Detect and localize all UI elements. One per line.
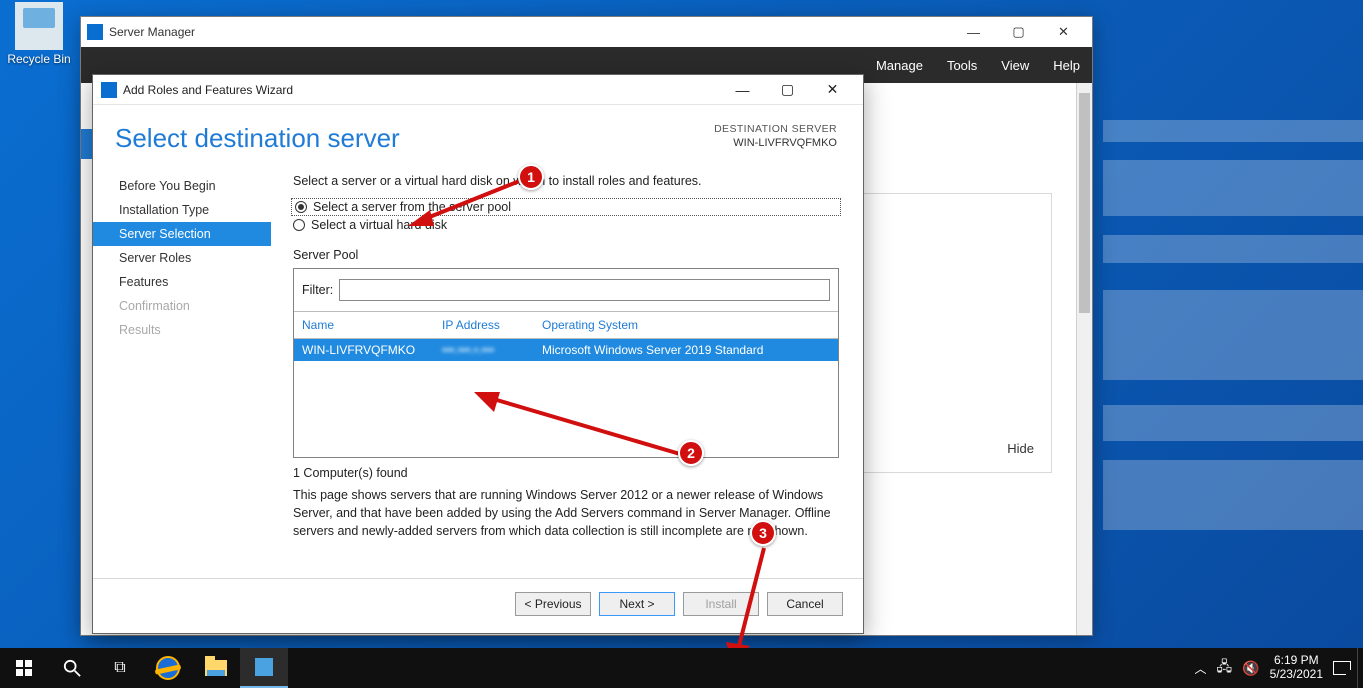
task-view-button[interactable]: ⧉: [96, 648, 144, 688]
nav-before-you-begin[interactable]: Before You Begin: [93, 174, 271, 198]
server-pool-box: Filter: Name IP Address Operating System…: [293, 268, 839, 458]
wizard-footer: < Previous Next > Install Cancel: [93, 578, 863, 628]
wizard-close-button[interactable]: ✕: [810, 76, 855, 104]
network-icon[interactable]: 🖧: [1217, 656, 1233, 680]
page-title: Select destination server: [115, 123, 400, 154]
col-name[interactable]: Name: [302, 318, 442, 332]
taskbar-file-explorer[interactable]: [192, 648, 240, 688]
scrollbar-thumb[interactable]: [1079, 93, 1090, 313]
radio-server-pool-label: Select a server from the server pool: [313, 200, 511, 214]
radio-icon: [293, 219, 305, 231]
server-row-os: Microsoft Windows Server 2019 Standard: [542, 343, 830, 357]
taskbar: ⧉ ︿ 🖧 🔇 6:19 PM 5/23/2021: [0, 648, 1363, 688]
server-list-header: Name IP Address Operating System: [294, 312, 838, 339]
server-manager-icon: [255, 658, 273, 676]
add-roles-wizard: Add Roles and Features Wizard — ▢ ✕ Sele…: [92, 74, 864, 634]
wizard-minimize-button[interactable]: —: [720, 76, 765, 104]
menu-help[interactable]: Help: [1053, 58, 1080, 73]
radio-icon: [295, 201, 307, 213]
annotation-callout-3: 3: [750, 520, 776, 546]
wizard-icon: [101, 82, 117, 98]
taskbar-server-manager[interactable]: [240, 648, 288, 688]
internet-explorer-icon: [156, 656, 180, 680]
wizard-title: Add Roles and Features Wizard: [123, 83, 293, 97]
intro-text: Select a server or a virtual hard disk o…: [293, 174, 839, 188]
destination-info: DESTINATION SERVER WIN-LIVFRVQFMKO: [714, 123, 837, 149]
install-button: Install: [683, 592, 759, 616]
wallpaper-rays: [1103, 120, 1363, 540]
minimize-button[interactable]: —: [951, 18, 996, 46]
wizard-maximize-button[interactable]: ▢: [765, 76, 810, 104]
next-button[interactable]: Next >: [599, 592, 675, 616]
server-row-ip: •••.•••.•.•••: [442, 343, 542, 357]
windows-logo-icon: [16, 660, 32, 676]
clock-time: 6:19 PM: [1270, 654, 1323, 668]
recycle-bin-label: Recycle Bin: [7, 52, 70, 66]
recycle-bin-icon: [15, 2, 63, 50]
taskbar-ie[interactable]: [144, 648, 192, 688]
nav-server-selection[interactable]: Server Selection: [93, 222, 271, 246]
annotation-callout-2: 2: [678, 440, 704, 466]
server-row-name: WIN-LIVFRVQFMKO: [302, 343, 442, 357]
nav-features[interactable]: Features: [93, 270, 271, 294]
server-row[interactable]: WIN-LIVFRVQFMKO •••.•••.•.••• Microsoft …: [294, 339, 838, 361]
start-button[interactable]: [0, 648, 48, 688]
show-desktop-button[interactable]: [1357, 648, 1363, 688]
filter-label: Filter:: [302, 283, 333, 297]
close-button[interactable]: ✕: [1041, 18, 1086, 46]
radio-vhd-label: Select a virtual hard disk: [311, 218, 447, 232]
volume-icon[interactable]: 🔇: [1242, 660, 1259, 677]
task-view-icon: ⧉: [114, 659, 125, 677]
annotation-callout-1: 1: [518, 164, 544, 190]
system-tray: ︿ 🖧 🔇 6:19 PM 5/23/2021: [1189, 654, 1357, 682]
clock-date: 5/23/2021: [1270, 668, 1323, 682]
search-icon: [63, 659, 81, 677]
destination-server: WIN-LIVFRVQFMKO: [714, 137, 837, 149]
recycle-bin[interactable]: Recycle Bin: [2, 2, 76, 66]
radio-vhd[interactable]: Select a virtual hard disk: [293, 218, 839, 232]
radio-server-pool[interactable]: Select a server from the server pool: [293, 200, 839, 214]
server-manager-titlebar[interactable]: Server Manager — ▢ ✕: [81, 17, 1092, 47]
nav-results: Results: [93, 318, 271, 342]
computers-found: 1 Computer(s) found: [293, 466, 839, 480]
server-manager-title: Server Manager: [109, 25, 195, 39]
hide-link[interactable]: Hide: [1007, 441, 1034, 456]
wizard-titlebar[interactable]: Add Roles and Features Wizard — ▢ ✕: [93, 75, 863, 105]
nav-server-roles[interactable]: Server Roles: [93, 246, 271, 270]
action-center-icon[interactable]: [1333, 661, 1351, 675]
destination-label: DESTINATION SERVER: [714, 123, 837, 135]
nav-installation-type[interactable]: Installation Type: [93, 198, 271, 222]
menu-tools[interactable]: Tools: [947, 58, 977, 73]
col-ip[interactable]: IP Address: [442, 318, 542, 332]
server-manager-icon: [87, 24, 103, 40]
clock[interactable]: 6:19 PM 5/23/2021: [1270, 654, 1323, 682]
tray-overflow-icon[interactable]: ︿: [1195, 660, 1207, 677]
cancel-button[interactable]: Cancel: [767, 592, 843, 616]
col-os[interactable]: Operating System: [542, 318, 830, 332]
nav-confirmation: Confirmation: [93, 294, 271, 318]
server-pool-heading: Server Pool: [293, 248, 839, 262]
file-explorer-icon: [205, 660, 227, 676]
maximize-button[interactable]: ▢: [996, 18, 1041, 46]
menu-manage[interactable]: Manage: [876, 58, 923, 73]
filter-input[interactable]: [339, 279, 830, 301]
search-button[interactable]: [48, 648, 96, 688]
wizard-nav: Before You Begin Installation Type Serve…: [93, 160, 271, 578]
previous-button[interactable]: < Previous: [515, 592, 591, 616]
menu-view[interactable]: View: [1001, 58, 1029, 73]
scrollbar[interactable]: [1076, 83, 1092, 635]
